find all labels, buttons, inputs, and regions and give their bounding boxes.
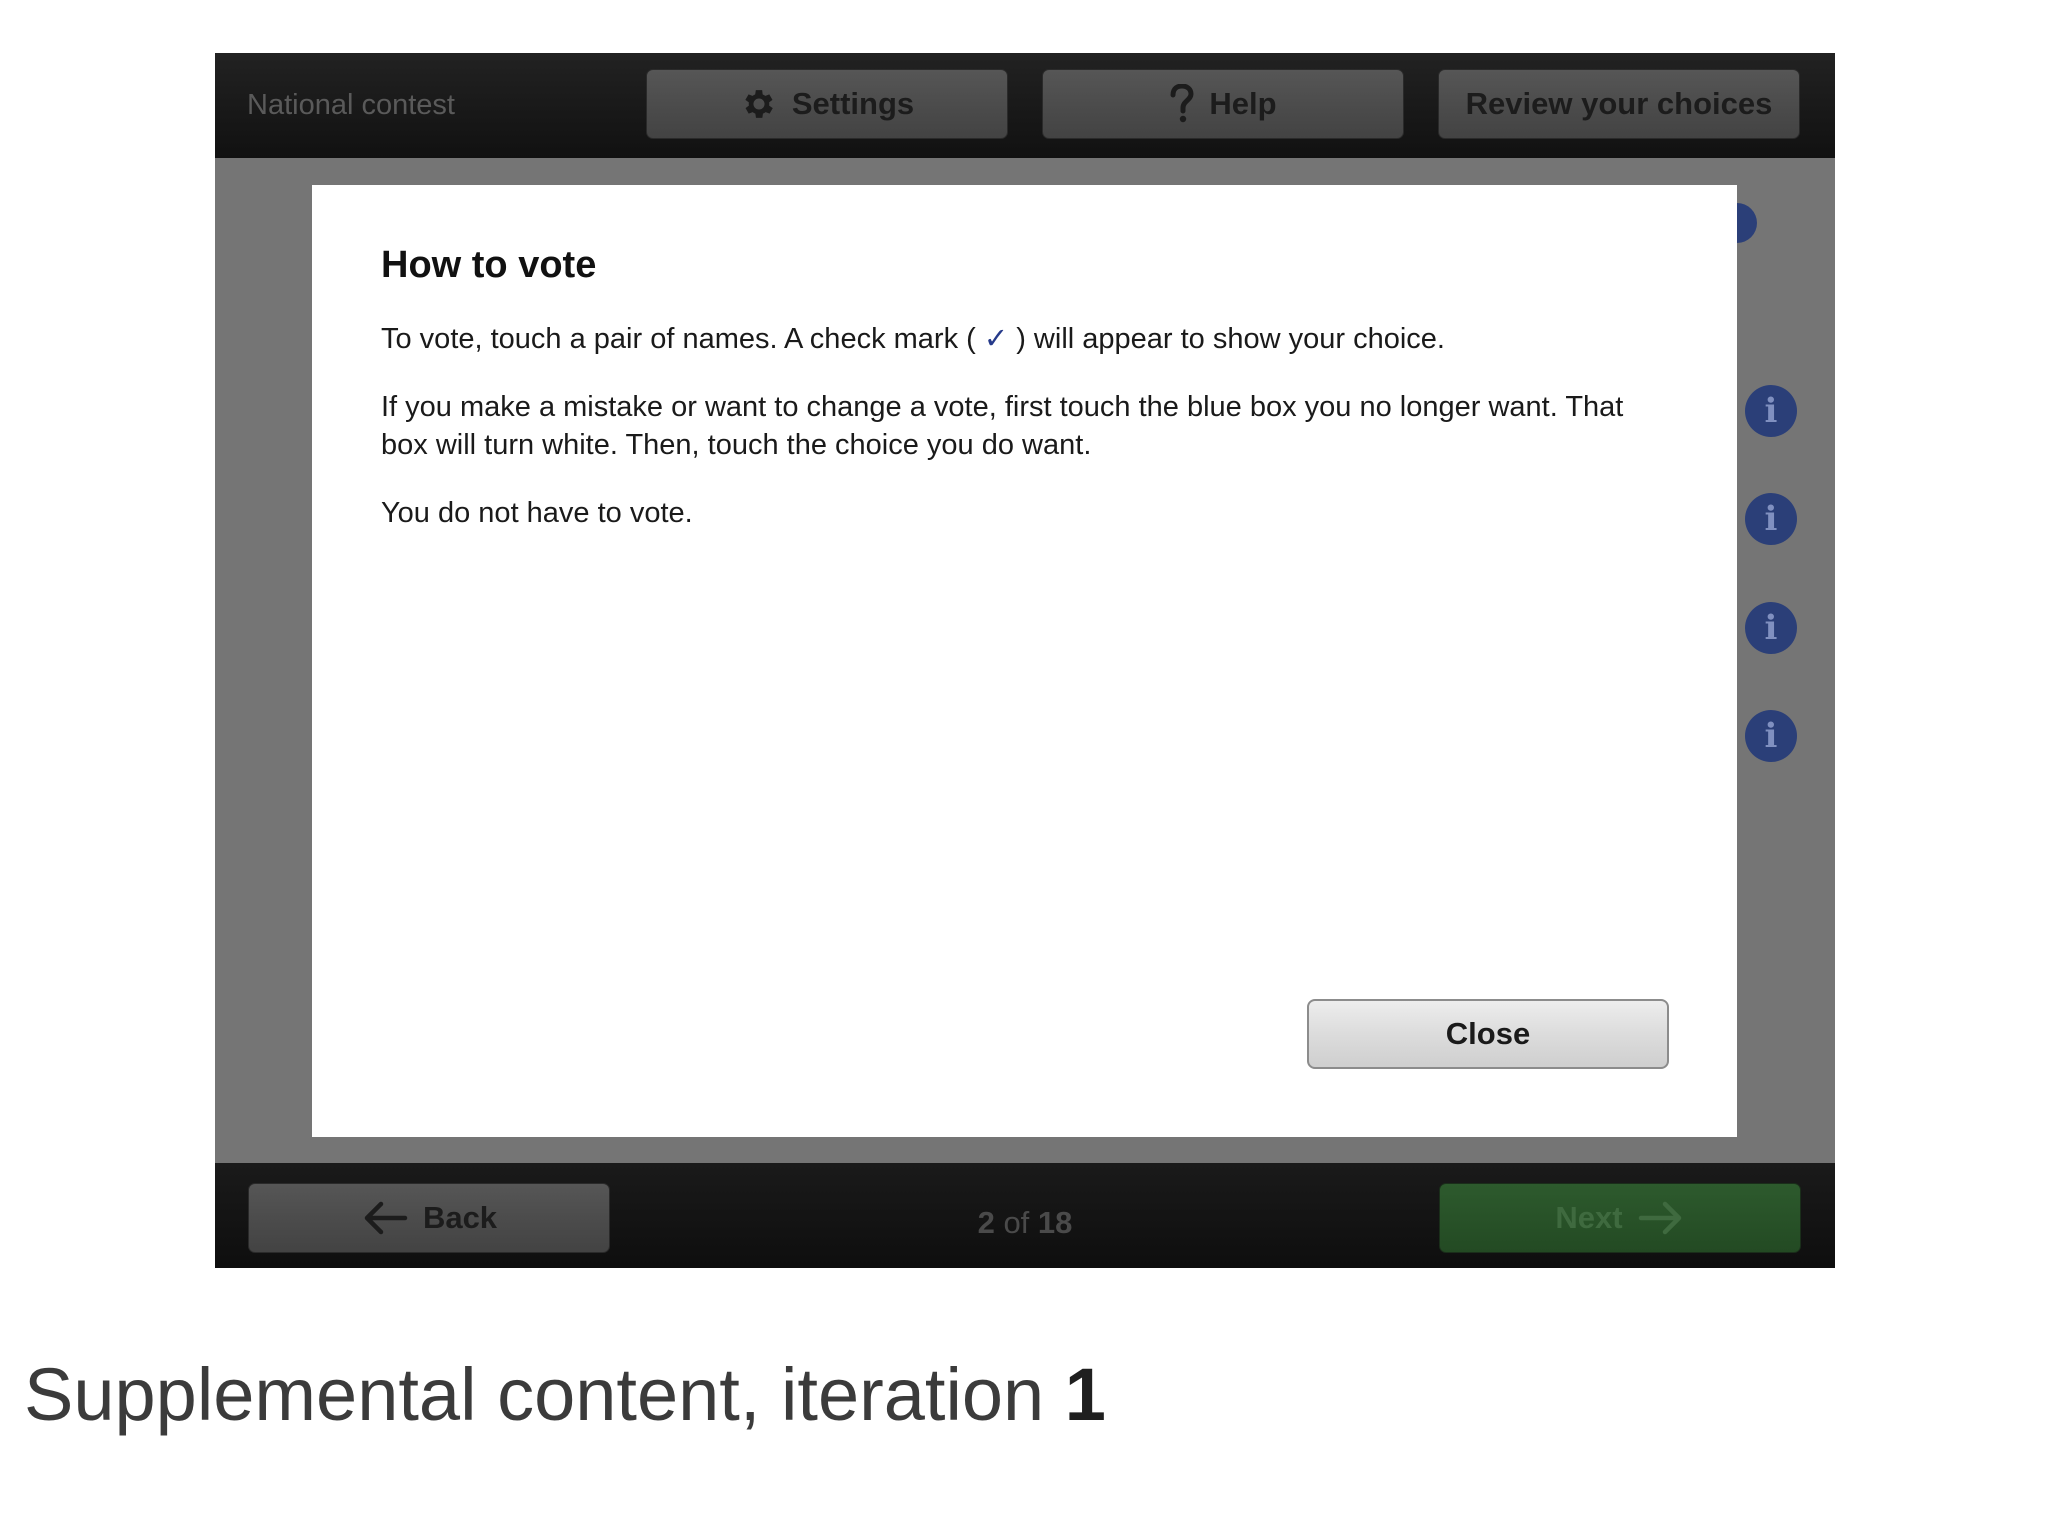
bottom-bar: Back 2 of 18 Next bbox=[215, 1163, 1835, 1268]
checkmark-icon: ✓ bbox=[983, 320, 1009, 355]
info-icon[interactable]: i bbox=[1745, 493, 1797, 545]
top-bar: National contest Settings Help Review yo… bbox=[215, 53, 1835, 158]
info-icon[interactable]: i bbox=[1745, 602, 1797, 654]
next-label: Next bbox=[1555, 1200, 1623, 1235]
review-choices-button[interactable]: Review your choices bbox=[1438, 69, 1800, 139]
review-label: Review your choices bbox=[1465, 86, 1773, 121]
help-button[interactable]: Help bbox=[1042, 69, 1404, 139]
instruction-paragraph-2: If you make a mistake or want to change … bbox=[381, 390, 1624, 461]
figure-caption: Supplemental content, iteration 1 bbox=[24, 1353, 1106, 1436]
contest-title: National contest bbox=[247, 89, 455, 121]
instruction-paragraph-3: You do not have to vote. bbox=[381, 496, 693, 529]
gear-icon bbox=[745, 90, 773, 118]
info-icon[interactable]: i bbox=[1745, 710, 1797, 762]
question-mark-icon bbox=[1170, 84, 1194, 123]
help-label: Help bbox=[1209, 86, 1277, 121]
arrow-right-icon bbox=[1638, 1201, 1681, 1235]
voting-screen: National contest Settings Help Review yo… bbox=[215, 53, 1835, 1268]
info-icon[interactable]: i bbox=[1745, 385, 1797, 437]
how-to-vote-dialog: How to vote To vote, touch a pair of nam… bbox=[312, 185, 1737, 1137]
close-button[interactable]: Close bbox=[1307, 999, 1669, 1069]
settings-label: Settings bbox=[791, 86, 915, 121]
next-button[interactable]: Next bbox=[1439, 1183, 1801, 1253]
settings-button[interactable]: Settings bbox=[646, 69, 1008, 139]
dialog-title: How to vote bbox=[381, 244, 597, 286]
instruction-paragraph-1: To vote, touch a pair of names. A check … bbox=[381, 320, 1445, 355]
